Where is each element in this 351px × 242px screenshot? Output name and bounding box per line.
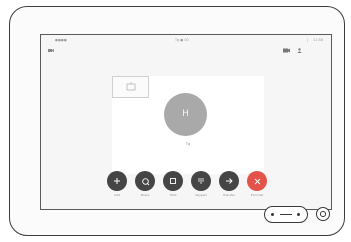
clock-label: 11:58	[313, 38, 323, 42]
end-call-button-label: End Call	[250, 193, 264, 197]
selfview-icon	[126, 82, 136, 91]
call-panel: H Tg	[112, 76, 264, 174]
touch-panel-device: ●●●● Tg ● 00 | 11:58 H Tg Add Share Hold…	[9, 6, 345, 236]
selfview-thumbnail[interactable]	[112, 76, 149, 98]
hold-button-label: Hold	[169, 193, 177, 197]
transfer-button-label: Transfer	[222, 193, 236, 197]
status-divider: |	[307, 38, 309, 42]
hold-button[interactable]	[163, 171, 183, 191]
person-icon[interactable]	[297, 38, 302, 57]
caller-name: Tg	[185, 142, 191, 146]
close-icon	[254, 178, 260, 184]
touch-screen: ●●●● Tg ● 00 | 11:58 H Tg Add Share Hold…	[40, 34, 332, 210]
status-left-label: ●●●●	[55, 38, 67, 42]
keypad-button[interactable]	[191, 171, 211, 191]
camera-icon[interactable]	[283, 38, 290, 57]
caller-avatar: H	[164, 93, 207, 136]
keypad-icon	[198, 178, 204, 184]
transfer-icon	[226, 178, 233, 184]
volume-down-icon[interactable]	[271, 212, 274, 216]
share-button[interactable]	[135, 171, 155, 191]
mute-icon	[320, 211, 326, 217]
pause-icon	[170, 178, 176, 184]
video-icon	[48, 38, 54, 57]
hardware-volume-control[interactable]	[264, 206, 308, 223]
transfer-button[interactable]	[219, 171, 239, 191]
add-button-label: Add	[114, 193, 120, 197]
status-center-label: Tg ● 00	[175, 38, 189, 42]
keypad-button-label: Keypad	[195, 193, 207, 197]
plus-icon	[114, 178, 120, 184]
share-button-label: Share	[140, 193, 150, 197]
end-call-button[interactable]	[247, 171, 267, 191]
hardware-mute-button[interactable]	[316, 207, 330, 221]
volume-up-icon[interactable]	[297, 212, 300, 216]
share-icon	[141, 177, 149, 185]
add-button[interactable]	[107, 171, 127, 191]
volume-bar	[280, 213, 292, 215]
status-bar: ●●●● Tg ● 00 | 11:58	[41, 35, 331, 53]
